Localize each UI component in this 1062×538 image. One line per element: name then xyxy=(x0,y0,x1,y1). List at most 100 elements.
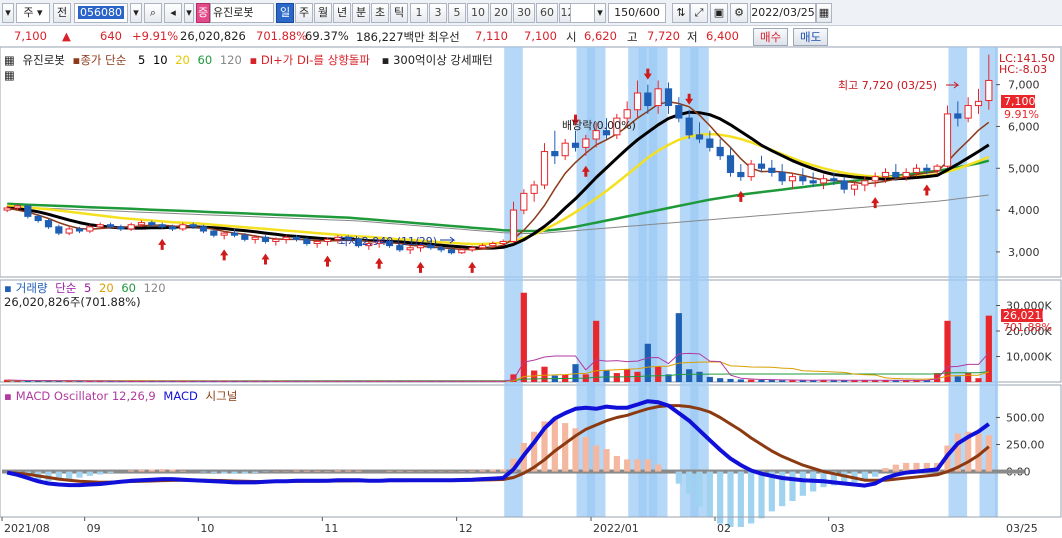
candle-body-26 xyxy=(272,238,280,242)
period-tab-3[interactable]: 년 xyxy=(333,3,351,23)
candle-body-31 xyxy=(323,238,332,242)
period-tab-5[interactable]: 초 xyxy=(371,3,389,23)
candle-body-86 xyxy=(892,171,900,178)
sell-button[interactable]: 매도 xyxy=(793,28,829,46)
macd-osc-bar-66 xyxy=(686,471,693,495)
candle-body-6 xyxy=(65,228,73,234)
date-input[interactable]: 2022/03/25 xyxy=(750,3,816,23)
menu-icon[interactable]: ▾ xyxy=(2,3,14,23)
macd-osc-bar-87 xyxy=(903,462,910,472)
macd-osc-bar-10 xyxy=(107,471,114,473)
macd-osc-bar-60 xyxy=(624,459,631,472)
volume-bar-59 xyxy=(613,373,620,382)
volume-bar-70 xyxy=(727,378,734,382)
candle-body-25 xyxy=(261,236,270,242)
price-tick-label-0: 3,000 xyxy=(1008,246,1040,259)
candle-body-30 xyxy=(313,240,321,245)
candle-body-56 xyxy=(582,138,590,148)
count-input[interactable]: 150/600 xyxy=(608,3,666,23)
macd-osc-bar-67 xyxy=(696,471,703,507)
candle-body-8 xyxy=(86,226,94,232)
speaker-icon[interactable]: ◂ xyxy=(164,3,182,23)
period-tab-4[interactable]: 분 xyxy=(352,3,370,23)
chart-tool-icon[interactable]: ⇅ xyxy=(672,3,690,23)
macd-osc-bar-95 xyxy=(985,435,992,472)
type-select-value: 주 xyxy=(23,6,34,19)
candle-body-16 xyxy=(168,226,177,230)
up-triangle-icon: ▲ xyxy=(62,29,71,43)
x-tail-label: 03/25 xyxy=(1006,522,1038,535)
candle-body-2 xyxy=(24,205,32,217)
x-tick-label-1: 09 xyxy=(87,522,101,535)
candle-body-64 xyxy=(664,88,673,107)
interval-button-5[interactable]: 5 xyxy=(448,3,466,23)
volume-current-pct-label: 701.88% xyxy=(1003,321,1052,334)
candle-body-39 xyxy=(406,247,414,251)
speaker-dropdown-icon[interactable]: ▾ xyxy=(184,3,194,23)
code-dropdown-icon[interactable]: ▾ xyxy=(130,3,142,23)
macd-square-icon: ▪ xyxy=(4,389,12,403)
interval-button-3[interactable]: 3 xyxy=(429,3,447,23)
x-tick-label-3: 11 xyxy=(324,522,338,535)
save-icon[interactable]: ▣ xyxy=(710,3,728,23)
candle-body-82 xyxy=(850,184,859,190)
macd-osc-bar-85 xyxy=(882,468,889,472)
interval-button-60[interactable]: 60 xyxy=(536,3,558,23)
signal-highlight-5 xyxy=(648,47,668,517)
candle-body-1 xyxy=(13,205,22,209)
candle-body-53 xyxy=(551,151,559,157)
candle-body-29 xyxy=(303,238,311,245)
candle-body-69 xyxy=(716,146,724,157)
candle-body-7 xyxy=(75,228,84,232)
candle-body-23 xyxy=(241,234,249,240)
turnover-pct: 69.37% xyxy=(305,29,349,43)
period-tab-1[interactable]: 주 xyxy=(295,3,313,23)
legend-signal2: ▪ 300억이상 강세패턴 xyxy=(381,53,493,67)
interval-button-20[interactable]: 20 xyxy=(490,3,512,23)
period-tab-0[interactable]: 일 xyxy=(276,3,294,23)
macd-osc-bar-31 xyxy=(324,471,331,472)
search-icon[interactable]: ⌕ xyxy=(144,3,162,23)
macd-osc-bar-21 xyxy=(221,471,228,474)
low-label: 저 xyxy=(687,30,698,44)
prev-button[interactable]: 전 xyxy=(53,3,71,23)
volume-bar-75 xyxy=(779,380,786,382)
candle-body-62 xyxy=(644,92,652,107)
macd-osc-bar-73 xyxy=(758,471,765,519)
candle-body-85 xyxy=(881,171,890,178)
macd-osc-bar-45 xyxy=(469,470,476,472)
legend-ma5: 5 xyxy=(137,53,146,67)
calendar-icon[interactable]: ▦ xyxy=(816,3,832,23)
type-select[interactable]: 주 ▾ xyxy=(16,3,50,23)
x-tick-label-5: 2022/01 xyxy=(593,522,639,535)
price-indicator-1: HC:-8.03 xyxy=(999,63,1047,76)
candle-body-47 xyxy=(489,243,497,247)
select-dropdown-icon[interactable]: ▾ xyxy=(594,3,606,23)
code-input[interactable]: 056080 xyxy=(74,3,128,23)
trade-amount: 186,227백만 xyxy=(356,30,425,44)
settings-icon[interactable]: ▦ xyxy=(4,53,15,67)
quote-bar: 7,100 ▲ 640 +9.91% 26,020,826 701.88% 69… xyxy=(0,26,1062,47)
candle-body-81 xyxy=(840,180,848,190)
macd-osc-bar-59 xyxy=(613,455,620,472)
period-tab-6[interactable]: 틱 xyxy=(390,3,408,23)
interval-button-1[interactable]: 1 xyxy=(410,3,428,23)
zoom-icon[interactable]: ⤢ xyxy=(690,3,708,23)
candle-body-55 xyxy=(571,142,580,148)
macd-osc-bar-32 xyxy=(334,470,341,472)
candle-body-80 xyxy=(830,178,838,182)
buy-button[interactable]: 매수 xyxy=(753,28,789,46)
macd-osc-bar-12 xyxy=(128,470,135,472)
interval-button-30[interactable]: 30 xyxy=(513,3,535,23)
gear-icon[interactable]: ⚙ xyxy=(730,3,748,23)
candle-body-63 xyxy=(654,88,662,107)
candle-body-21 xyxy=(220,232,228,236)
interval-button-10[interactable]: 10 xyxy=(467,3,489,23)
volume-bar-93 xyxy=(965,373,972,382)
legend-ma-text: 종가 단순 xyxy=(80,53,127,67)
period-tab-2[interactable]: 월 xyxy=(314,3,332,23)
low-annotation: 최저 2,940 (11/29) xyxy=(338,235,437,248)
legend-volume-label: 거래량 xyxy=(15,281,48,295)
volume-bar-72 xyxy=(748,379,755,382)
grid-icon[interactable]: ▦ xyxy=(4,68,15,82)
